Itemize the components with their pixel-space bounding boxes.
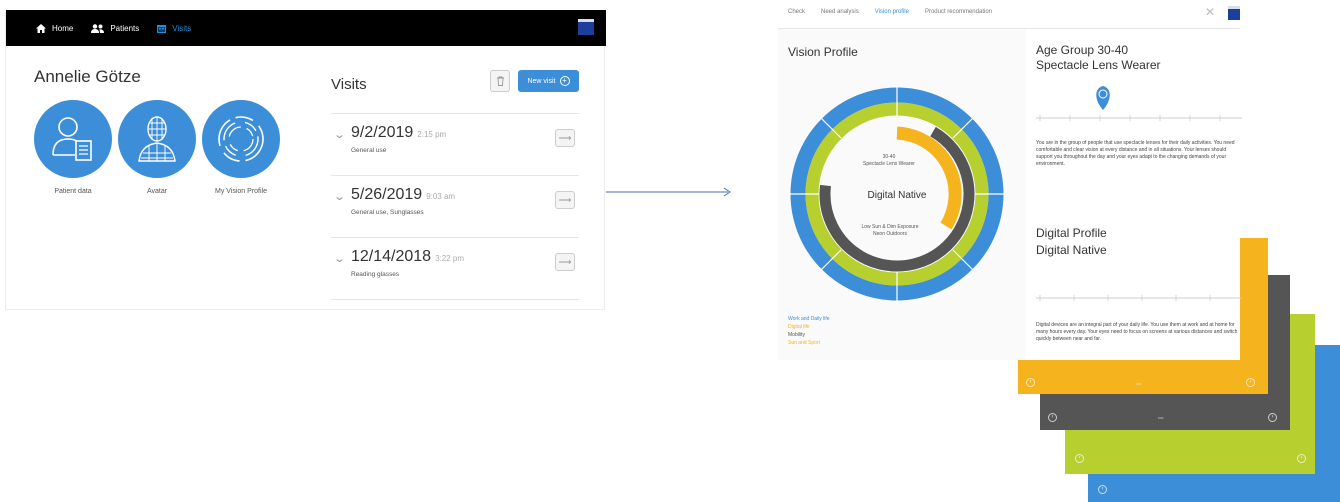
legend-item: Work and Daily life — [788, 316, 830, 322]
ring-top-label-2: Spectacle Lens Wearer — [863, 161, 915, 167]
zeiss-logo — [578, 19, 594, 35]
legend-item: Mobility — [788, 332, 805, 338]
tab-check[interactable]: Check — [788, 9, 805, 15]
ring-bottom-label-1: Low Sun & Dim Exposure — [862, 224, 919, 230]
open-visit-button[interactable]: ⟶ — [555, 129, 575, 147]
avatar-icon — [138, 116, 176, 162]
vision-profile-label: My Vision Profile — [214, 188, 267, 195]
zeiss-logo — [1228, 6, 1240, 20]
patient-data-button[interactable] — [34, 100, 112, 178]
next-arrow-icon[interactable]: › — [1246, 378, 1255, 387]
age-description: You are in the group of people that use … — [1036, 140, 1235, 167]
tab-need-analysis[interactable]: Need analysis — [821, 9, 859, 15]
nav-patients-label: Patients — [110, 23, 140, 33]
visit-time: 2:15 pm — [417, 130, 447, 139]
digital-profile-subtitle: Digital Native — [1036, 243, 1107, 257]
patient-name: Annelie Götze — [34, 67, 141, 86]
tab-product-recommendation[interactable]: Product recommendation — [925, 9, 992, 15]
visit-list-end-divider — [331, 299, 579, 300]
plus-icon: + — [559, 76, 570, 86]
step-tabs: Check Need analysis Vision profile Produ… — [788, 9, 1008, 15]
delete-button[interactable] — [490, 70, 510, 92]
vision-profile-title: Vision Profile — [788, 45, 858, 59]
visit-date: 5/26/2019 9:03 am — [351, 186, 456, 203]
legend-item: Sun and Sport — [788, 340, 820, 346]
visit-row[interactable]: ⌄ 5/26/2019 9:03 am General use, Sunglass… — [331, 175, 579, 237]
visits-title: Visits — [331, 76, 367, 93]
trash-icon — [496, 76, 504, 86]
prev-arrow-icon[interactable]: ‹ — [1075, 454, 1084, 463]
age-group-heading: Age Group 30-40 Spectacle Lens Wearer — [1036, 43, 1161, 73]
visit-row[interactable]: ⌄ 12/14/2018 3:22 pm Reading glasses ⟶ — [331, 237, 579, 299]
avatar-button[interactable] — [118, 100, 196, 178]
age-group-title: Age Group 30-40 — [1036, 43, 1129, 57]
ring-top-label-1: 30-40 — [883, 154, 896, 160]
age-slider[interactable] — [1036, 82, 1242, 132]
chevron-down-icon[interactable]: ⌄ — [333, 190, 346, 203]
top-navbar: Home Patients Visits — [6, 10, 606, 46]
vision-profile-button[interactable] — [202, 100, 280, 178]
vision-profile-window: Check Need analysis Vision profile Produ… — [778, 0, 1242, 360]
vision-ring-chart: 30-40 Spectacle Lens Wearer Digital Nati… — [789, 86, 1005, 302]
visit-time: 9:03 am — [426, 192, 456, 201]
digital-description: Digital devices are an integral part of … — [1036, 322, 1238, 342]
nav-patients[interactable]: Patients — [91, 24, 139, 33]
legend-item: Digital life — [788, 324, 810, 330]
flow-arrow — [606, 187, 731, 197]
visit-time: 3:22 pm — [435, 254, 464, 263]
home-icon — [36, 23, 46, 33]
vision-profile-icon — [218, 116, 264, 162]
visit-date: 9/2/2019 2:15 pm — [351, 124, 447, 141]
ring-center-label: Digital Native — [868, 190, 927, 201]
visit-date: 12/14/2018 3:22 pm — [351, 248, 464, 265]
chevron-down-icon[interactable]: ⌄ — [333, 128, 346, 141]
digital-profile-heading: Digital Profile Digital Native — [1036, 225, 1107, 259]
chevron-down-icon[interactable]: ⌄ — [333, 252, 346, 265]
nav-visits[interactable]: Visits — [157, 24, 191, 33]
nav-home-label: Home — [52, 23, 74, 33]
pagination-dots: •••• — [1136, 381, 1142, 386]
patients-icon — [91, 23, 105, 33]
age-group-subtitle: Spectacle Lens Wearer — [1036, 58, 1161, 72]
prev-arrow-icon[interactable]: ‹ — [1098, 485, 1107, 494]
open-visit-button[interactable]: ⟶ — [555, 191, 575, 209]
nav-visits-label: Visits — [172, 23, 192, 33]
pagination-dots: •••• — [1158, 415, 1164, 420]
close-icon[interactable]: ✕ — [1205, 5, 1215, 19]
digital-slider[interactable] — [1036, 290, 1242, 310]
open-visit-button[interactable]: ⟶ — [555, 253, 575, 271]
visit-description: Reading glasses — [351, 271, 400, 278]
next-arrow-icon[interactable]: › — [1297, 454, 1306, 463]
prev-arrow-icon[interactable]: ‹ — [1048, 413, 1057, 422]
next-arrow-icon[interactable]: › — [1268, 413, 1277, 422]
patient-data-icon — [52, 117, 92, 161]
prev-arrow-icon[interactable]: ‹ — [1026, 378, 1035, 387]
new-visit-label: New visit — [527, 77, 556, 85]
nav-home[interactable]: Home — [36, 23, 74, 33]
new-visit-button[interactable]: New visit + — [518, 70, 579, 92]
visit-row[interactable]: ⌄ 9/2/2019 2:15 pm General use ⟶ — [331, 113, 579, 175]
visit-description: General use — [351, 147, 387, 154]
digital-profile-title: Digital Profile — [1036, 226, 1107, 240]
ring-bottom-label-2: Neon Outdoors — [873, 231, 907, 237]
patient-visits-window: Home Patients Visits Annelie Götze Patie… — [5, 10, 606, 310]
tab-vision-profile[interactable]: Vision profile — [875, 9, 909, 15]
calendar-icon — [157, 24, 167, 33]
visit-description: General use, Sunglasses — [351, 209, 424, 216]
